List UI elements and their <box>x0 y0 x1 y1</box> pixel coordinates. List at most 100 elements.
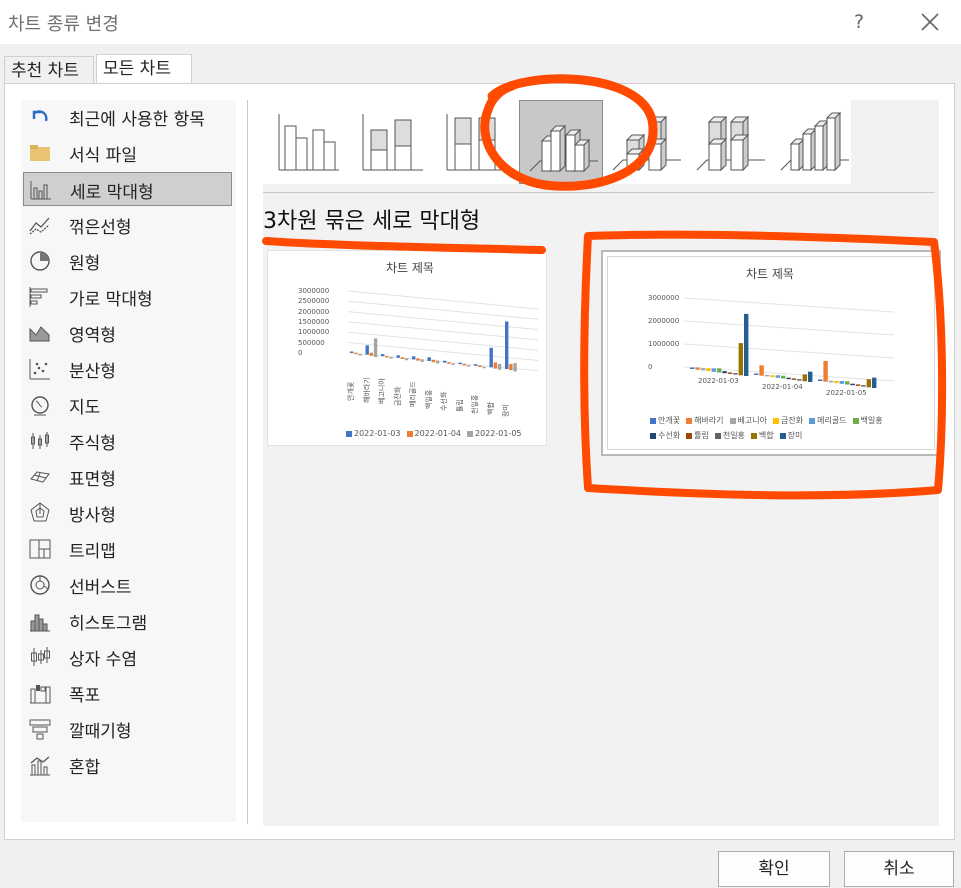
sidebar-item[interactable]: 꺾은선형 <box>23 208 232 242</box>
chart-preview-1[interactable]: 차트 제목 3000000 2500000 2000000 1500000 100000… <box>267 250 547 446</box>
subtype-button[interactable] <box>687 100 771 184</box>
bar <box>770 375 775 378</box>
x-axis-category-label: 튤립 <box>455 399 464 413</box>
bar <box>420 359 424 362</box>
subtype-button[interactable] <box>351 100 435 184</box>
sidebar-item-label: 깔때기형 <box>69 722 132 742</box>
bar <box>722 371 727 374</box>
sidebar-item[interactable]: 히스토그램 <box>23 604 232 638</box>
subtype-button[interactable] <box>435 100 519 184</box>
x-axis-category-label: 2022-01-04 <box>762 383 803 391</box>
legend-entry: 튤립 <box>686 430 709 441</box>
sidebar-item[interactable]: 영역형 <box>23 316 232 350</box>
bar <box>855 384 861 386</box>
bar <box>489 347 493 368</box>
legend-label: 백합 <box>758 431 774 440</box>
pie-chart-icon <box>28 249 52 273</box>
sidebar-item-label: 선버스트 <box>69 578 132 598</box>
sidebar-item[interactable]: 표면형 <box>23 460 232 494</box>
sidebar-item-label: 혼합 <box>69 758 101 778</box>
x-axis-category-label: 백합 <box>486 402 495 416</box>
legend-swatch <box>467 430 473 437</box>
sidebar-item[interactable]: 세로 막대형 <box>23 172 232 206</box>
bar <box>412 356 416 360</box>
tab-recommended-charts[interactable]: 추천 차트 <box>4 56 94 84</box>
legend-entry: 백일홍 <box>852 415 883 426</box>
sidebar-item[interactable]: 선버스트 <box>23 568 232 602</box>
tab-content: 최근에 사용한 항목 서식 파일 세로 막대형 꺾은선형 원형가로 막대형영역형 분산형지… <box>4 83 955 840</box>
surface-chart-icon <box>28 465 52 489</box>
legend-swatch <box>686 417 693 424</box>
preview-1-plot <box>347 290 539 372</box>
help-button[interactable]: ? <box>846 8 872 36</box>
bar <box>404 358 409 361</box>
sidebar-item[interactable]: 지도 <box>23 388 232 422</box>
legend-entry: 금잔화 <box>773 415 803 426</box>
sidebar-item[interactable]: 상자 수염 <box>23 640 232 674</box>
bar <box>791 378 797 380</box>
bar <box>786 377 791 380</box>
ok-button[interactable]: 확인 <box>718 851 830 887</box>
sidebar-item[interactable]: 주식형 <box>23 424 232 458</box>
legend-label: 2022-01-03 <box>354 429 401 438</box>
subtype-button[interactable] <box>267 100 351 184</box>
legend-swatch <box>346 430 352 437</box>
sidebar-item-label: 지도 <box>69 398 101 418</box>
gridline <box>347 290 539 310</box>
sidebar-item[interactable]: 최근에 사용한 항목 <box>23 100 232 134</box>
sidebar-item[interactable]: 폭포 <box>23 676 232 710</box>
bar <box>458 362 462 365</box>
bar <box>365 345 369 355</box>
sidebar-item-label: 가로 막대형 <box>69 290 153 310</box>
close-icon <box>921 13 939 31</box>
bar <box>358 353 362 356</box>
legend-label: 2022-01-05 <box>475 429 522 438</box>
bar <box>828 380 834 383</box>
bar <box>845 381 850 385</box>
legend-label: 천일홍 <box>722 431 745 440</box>
chart-type-list: 최근에 사용한 항목 서식 파일 세로 막대형 꺾은선형 원형가로 막대형영역형 분산형지… <box>21 100 236 822</box>
tab-all-charts[interactable]: 모든 차트 <box>96 54 192 84</box>
map-globe-icon <box>28 393 52 417</box>
sidebar-item-label: 상자 수염 <box>69 650 137 670</box>
sidebar-item[interactable]: 원형 <box>23 244 232 278</box>
sidebar-item[interactable]: 분산형 <box>23 352 232 386</box>
subtype-button[interactable] <box>519 100 603 184</box>
dialog-title: 차트 종류 변경 <box>8 14 119 35</box>
sidebar-item[interactable]: 혼합 <box>23 748 232 782</box>
subtype-button[interactable] <box>603 100 687 184</box>
sidebar-item[interactable]: 가로 막대형 <box>23 280 232 314</box>
cancel-button[interactable]: 취소 <box>844 851 954 887</box>
x-axis-category-label: 장미 <box>502 404 510 417</box>
legend-label: 해바라기 <box>694 416 724 425</box>
bar <box>385 355 389 358</box>
legend-entry: 백합 <box>750 430 774 441</box>
legend-swatch <box>686 432 693 439</box>
bar <box>447 362 451 364</box>
bar <box>866 379 871 388</box>
stock-chart-icon <box>28 429 52 453</box>
legend-label: 수선화 <box>658 431 681 440</box>
chart-preview-2[interactable]: 차트 제목 3000000 2000000 1000000 0 2022-01-03 2… <box>601 250 941 456</box>
legend-swatch <box>809 417 816 424</box>
subtype-button[interactable] <box>771 100 855 184</box>
sidebar-item[interactable]: 서식 파일 <box>23 136 232 170</box>
bar <box>474 364 478 366</box>
legend-label: 백일홍 <box>860 416 883 425</box>
bar <box>509 364 513 371</box>
bar <box>462 363 467 366</box>
close-button[interactable] <box>912 6 946 38</box>
bar <box>764 374 770 377</box>
gridline <box>347 300 539 320</box>
sidebar-item[interactable]: 방사형 <box>23 496 232 530</box>
sidebar-item[interactable]: 트리맵 <box>23 532 232 566</box>
legend-label: 금잔화 <box>781 416 804 425</box>
bar <box>478 365 482 367</box>
sidebar-item[interactable]: 깔때기형 <box>23 712 232 746</box>
sidebar-item-label: 방사형 <box>69 506 116 526</box>
bar <box>435 360 440 364</box>
treemap-icon <box>28 537 52 561</box>
bar <box>695 367 700 370</box>
x-axis-category-label: 해바라기 <box>362 376 371 403</box>
vertical-divider <box>247 100 248 824</box>
